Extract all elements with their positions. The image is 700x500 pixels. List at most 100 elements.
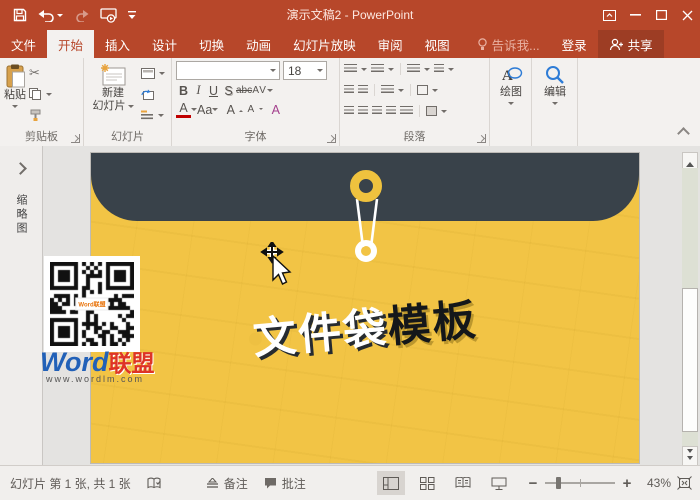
line-spacing-button[interactable] bbox=[407, 61, 430, 77]
tab-home[interactable]: 开始 bbox=[47, 30, 94, 58]
save-icon[interactable] bbox=[13, 8, 27, 22]
align-left-button[interactable] bbox=[344, 103, 354, 119]
normal-view-button[interactable] bbox=[377, 471, 405, 495]
text-direction-button[interactable] bbox=[434, 61, 454, 77]
reset-button[interactable] bbox=[141, 86, 165, 102]
tab-slideshow[interactable]: 幻灯片放映 bbox=[282, 30, 367, 58]
font-size-combo[interactable]: 18 bbox=[283, 61, 327, 80]
close-icon[interactable] bbox=[674, 0, 700, 30]
justify-button[interactable] bbox=[386, 103, 396, 119]
next-slide-button[interactable] bbox=[682, 446, 698, 466]
layout-button[interactable] bbox=[141, 65, 165, 81]
tab-review[interactable]: 审阅 bbox=[367, 30, 414, 58]
character-spacing-button[interactable]: AV bbox=[252, 82, 267, 99]
distribute-button[interactable] bbox=[400, 103, 413, 119]
undo-dropdown-icon[interactable] bbox=[57, 14, 63, 20]
ribbon-display-options-icon[interactable] bbox=[596, 0, 622, 30]
text-shadow-button[interactable]: S bbox=[221, 82, 236, 99]
share-button[interactable]: 共享 bbox=[598, 30, 664, 58]
notes-button[interactable]: 备注 bbox=[206, 475, 248, 492]
paragraph-dialog-launcher[interactable] bbox=[477, 134, 486, 143]
format-painter-button[interactable] bbox=[29, 107, 52, 123]
change-case-dropdown-icon[interactable] bbox=[212, 108, 218, 114]
italic-button[interactable]: I bbox=[191, 82, 206, 99]
new-slide-dropdown-icon[interactable] bbox=[128, 105, 134, 111]
section-button[interactable] bbox=[141, 107, 165, 123]
paste-button[interactable]: 粘贴 bbox=[4, 61, 26, 130]
maximize-icon[interactable] bbox=[648, 0, 674, 30]
zoom-slider-handle[interactable] bbox=[556, 477, 561, 489]
bold-button[interactable]: B bbox=[176, 82, 191, 99]
thumbnail-pane-collapsed[interactable]: 缩略图 bbox=[0, 146, 43, 466]
vertical-scrollbar[interactable] bbox=[682, 152, 698, 466]
tab-view[interactable]: 视图 bbox=[414, 30, 461, 58]
columns-button[interactable] bbox=[381, 82, 404, 98]
paste-dropdown-icon[interactable] bbox=[12, 105, 18, 111]
clear-formatting-button[interactable]: A bbox=[268, 101, 283, 118]
spell-check-button[interactable] bbox=[147, 477, 162, 490]
drawing-dropdown-icon[interactable] bbox=[508, 102, 514, 108]
zoom-slider[interactable] bbox=[545, 482, 615, 484]
numbering-button[interactable] bbox=[371, 61, 394, 77]
tab-insert[interactable]: 插入 bbox=[94, 30, 141, 58]
customize-qat-icon[interactable] bbox=[128, 10, 136, 20]
font-size-dropdown-icon[interactable] bbox=[317, 69, 323, 75]
slide-sorter-view-button[interactable] bbox=[413, 471, 441, 495]
sign-in-button[interactable]: 登录 bbox=[551, 30, 598, 58]
new-slide-button[interactable]: 新建 幻灯片 bbox=[88, 61, 138, 130]
tell-me-box[interactable]: 告诉我... bbox=[467, 30, 551, 58]
qr-code-watermark: Word联盟 bbox=[44, 256, 140, 352]
comments-button[interactable]: 批注 bbox=[264, 475, 306, 492]
copy-dropdown-icon[interactable] bbox=[46, 93, 52, 99]
font-dialog-launcher[interactable] bbox=[327, 134, 336, 143]
bullets-button[interactable] bbox=[344, 61, 367, 77]
undo-button[interactable] bbox=[38, 9, 63, 22]
fit-slide-to-window-button[interactable] bbox=[677, 476, 692, 490]
character-spacing-dropdown-icon[interactable] bbox=[267, 89, 273, 95]
slide-canvas[interactable]: 文件袋模板 bbox=[90, 152, 640, 464]
scrollbar-thumb[interactable] bbox=[682, 288, 698, 432]
underline-button[interactable]: U bbox=[206, 82, 221, 99]
envelope-string-ring[interactable] bbox=[355, 240, 377, 262]
align-right-button[interactable] bbox=[372, 103, 382, 119]
section-dropdown-icon[interactable] bbox=[158, 114, 164, 120]
start-slideshow-icon[interactable] bbox=[100, 8, 117, 23]
slideshow-view-button[interactable] bbox=[485, 471, 513, 495]
increase-indent-button[interactable] bbox=[358, 82, 368, 98]
minimize-icon[interactable] bbox=[622, 0, 648, 30]
grow-font-button[interactable]: A bbox=[223, 101, 238, 118]
tab-file[interactable]: 文件 bbox=[0, 30, 47, 58]
align-left-icon bbox=[344, 106, 354, 116]
convert-smartart-button[interactable] bbox=[426, 103, 447, 119]
align-center-button[interactable] bbox=[358, 103, 368, 119]
layout-dropdown-icon[interactable] bbox=[159, 72, 165, 78]
expand-pane-icon[interactable] bbox=[14, 162, 27, 175]
editing-button[interactable]: 编辑 bbox=[544, 61, 566, 146]
editing-dropdown-icon[interactable] bbox=[552, 102, 558, 108]
ribbon: 粘贴 ✂ 剪贴板 bbox=[0, 58, 700, 147]
numbering-icon bbox=[371, 64, 384, 74]
reading-view-button[interactable] bbox=[449, 471, 477, 495]
cut-button[interactable]: ✂ bbox=[29, 65, 52, 81]
font-name-combo[interactable] bbox=[176, 61, 280, 80]
tab-transitions[interactable]: 切换 bbox=[188, 30, 235, 58]
copy-button[interactable] bbox=[29, 86, 52, 102]
zoom-percentage[interactable]: 43% bbox=[637, 476, 671, 490]
tab-animations[interactable]: 动画 bbox=[235, 30, 282, 58]
strikethrough-button[interactable]: abc bbox=[236, 82, 252, 99]
font-color-button[interactable]: A bbox=[176, 101, 191, 118]
drawing-button[interactable]: A 绘图 bbox=[499, 61, 523, 146]
change-case-button[interactable]: Aa bbox=[197, 101, 212, 118]
font-name-dropdown-icon[interactable] bbox=[270, 69, 276, 75]
paste-icon bbox=[4, 64, 26, 89]
slideshow-view-icon bbox=[491, 477, 507, 490]
tab-design[interactable]: 设计 bbox=[141, 30, 188, 58]
envelope-grommet-ring[interactable] bbox=[350, 170, 382, 202]
zoom-in-button[interactable]: + bbox=[619, 475, 635, 492]
align-text-button[interactable] bbox=[417, 82, 438, 98]
zoom-out-button[interactable]: − bbox=[525, 475, 541, 492]
shrink-font-button[interactable]: A bbox=[243, 101, 258, 118]
decrease-indent-button[interactable] bbox=[344, 82, 354, 98]
group-font: 18 B I U S abc AV A Aa A A bbox=[172, 58, 340, 146]
clipboard-dialog-launcher[interactable] bbox=[71, 134, 80, 143]
